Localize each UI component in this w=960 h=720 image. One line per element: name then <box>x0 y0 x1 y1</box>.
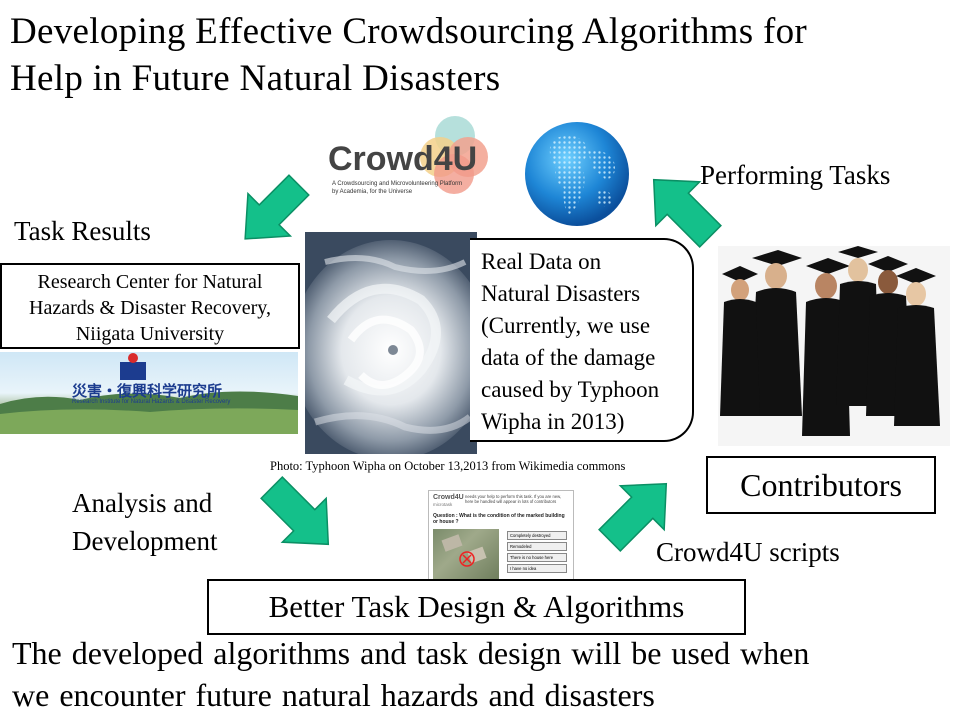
title-line-1: Developing Effective Crowdsourcing Algor… <box>10 11 808 52</box>
real-data-box: Real Data on Natural Disasters (Currentl… <box>470 238 694 442</box>
typhoon-graphic <box>305 232 477 454</box>
task-screenshot: Crowd4U microtask needs your help to per… <box>428 490 574 584</box>
bottom-statement: The developed algorithms and task design… <box>12 632 809 716</box>
bottom-line-2: we encounter future natural hazards and … <box>12 677 655 713</box>
globe-icon <box>525 122 629 226</box>
task-sub: microtask <box>433 502 453 507</box>
banner-en-text: Research Institute for Natural Hazards &… <box>72 399 231 405</box>
title-line-2: Help in Future Natural Disasters <box>10 58 501 99</box>
research-center-box: Research Center for Natural Hazards & Di… <box>0 263 300 349</box>
task-map-graphic <box>441 534 487 567</box>
task-map-thumbnail <box>433 529 499 581</box>
bottom-line-1: The developed algorithms and task design… <box>12 635 810 671</box>
task-option[interactable]: There is no house here <box>507 553 567 562</box>
banner-jp-text: 災害・復興科学研究所 <box>72 382 223 400</box>
better-task-design-box: Better Task Design & Algorithms <box>207 579 746 635</box>
institute-mark-icon <box>120 362 146 380</box>
arrow-to-better-task <box>260 476 330 546</box>
typhoon-photo <box>305 232 477 454</box>
task-intro: needs your help to perform this task. If… <box>465 494 562 504</box>
page-title: Developing Effective Crowdsourcing Algor… <box>10 8 807 102</box>
task-option[interactable]: I have no idea <box>507 564 567 573</box>
task-options: Completely destroyed Remodeled There is … <box>507 531 567 575</box>
task-question: Question : What is the condition of the … <box>433 513 565 525</box>
graduates-graphic <box>720 246 940 436</box>
photo-caption: Photo: Typhoon Wipha on October 13,2013 … <box>270 459 626 473</box>
contributors-photo <box>718 246 950 446</box>
contributors-box: Contributors <box>706 456 936 514</box>
arrow-to-task-results <box>244 174 310 240</box>
task-option[interactable]: Completely destroyed <box>507 531 567 540</box>
research-institute-banner: 災害・復興科学研究所 Research Institute for Natura… <box>0 352 298 434</box>
crowd4u-logo: Crowd4U A Crowdsourcing and Microvolunte… <box>322 114 507 202</box>
label-analysis-development: Analysis and Development <box>72 488 218 556</box>
crowd4u-logo-name: Crowd4U <box>328 140 478 178</box>
label-task-results: Task Results <box>14 216 151 246</box>
label-crowd4u-scripts: Crowd4U scripts <box>656 537 840 567</box>
label-performing-tasks: Performing Tasks <box>700 160 891 190</box>
crowd4u-logo-tagline: A Crowdsourcing and Microvolunteering Pl… <box>332 181 463 195</box>
task-brand: Crowd4U <box>433 494 464 501</box>
task-option[interactable]: Remodeled <box>507 542 567 551</box>
